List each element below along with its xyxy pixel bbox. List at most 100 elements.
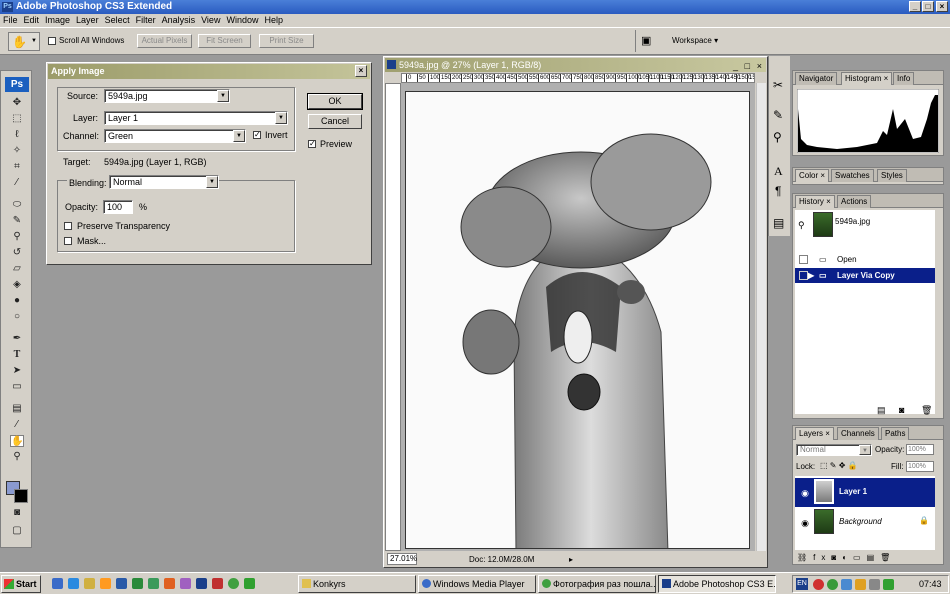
- fill-field[interactable]: 100%: [906, 461, 934, 472]
- brushes-icon[interactable]: ✎: [773, 108, 783, 122]
- tab-paths[interactable]: Paths: [881, 427, 910, 440]
- tab-styles[interactable]: Styles: [877, 169, 907, 182]
- shape-tool-icon[interactable]: ▭: [10, 381, 24, 393]
- task-konkyrs[interactable]: Konkyrs: [298, 575, 416, 593]
- ok-button[interactable]: OK: [307, 93, 363, 110]
- character-icon[interactable]: A: [774, 164, 783, 179]
- tab-navigator[interactable]: Navigator: [795, 72, 838, 85]
- doc-maximize-button[interactable]: □: [745, 59, 750, 73]
- trash-icon[interactable]: 🗑: [921, 405, 932, 416]
- opacity-field[interactable]: 100%: [906, 444, 934, 455]
- paragraph-icon[interactable]: ¶: [775, 184, 781, 198]
- eraser-icon[interactable]: ▱: [10, 263, 24, 275]
- screen-mode-icon[interactable]: ▢: [10, 525, 24, 537]
- hand-tool-icon[interactable]: ✋: [10, 435, 24, 447]
- lasso-tool-icon[interactable]: ℓ: [10, 129, 24, 141]
- history-brush-source-icon[interactable]: ⚲: [798, 218, 805, 233]
- preview-checkbox[interactable]: ✓: [308, 140, 316, 148]
- quick-mask-icon[interactable]: ◙: [10, 507, 24, 519]
- preserve-transparency-checkbox[interactable]: [64, 222, 72, 230]
- bridge-icon[interactable]: ▣: [641, 34, 651, 47]
- background-color-swatch[interactable]: [14, 489, 28, 503]
- eyedropper-2-icon[interactable]: ⁄: [10, 419, 24, 431]
- quicklaunch-word-icon[interactable]: [116, 578, 127, 589]
- eyedropper-icon[interactable]: ⁄: [10, 177, 24, 189]
- tab-history[interactable]: History ×: [795, 195, 835, 208]
- menu-help[interactable]: Help: [261, 14, 286, 27]
- quicklaunch-utorrent-icon[interactable]: [244, 578, 255, 589]
- tool-presets-icon[interactable]: ✂: [773, 78, 783, 92]
- new-document-icon[interactable]: ▤: [877, 405, 886, 416]
- history-snapshot[interactable]: ⚲ 5949a.jpg: [795, 212, 935, 238]
- minimize-button[interactable]: _: [909, 1, 921, 12]
- tray-network-icon[interactable]: [827, 579, 838, 590]
- quicklaunch-firefox-icon[interactable]: [164, 578, 175, 589]
- layer-actions-bar[interactable]: ⛓fx◙◐▭▤🗑: [797, 553, 937, 562]
- marquee-tool-icon[interactable]: ⬚: [10, 113, 24, 125]
- menu-file[interactable]: File: [0, 14, 21, 27]
- scroll-all-checkbox[interactable]: [48, 37, 56, 45]
- quicklaunch-ie-icon[interactable]: [68, 578, 79, 589]
- actual-pixels-button[interactable]: Actual Pixels: [137, 34, 192, 48]
- tab-actions[interactable]: Actions: [837, 195, 872, 208]
- quicklaunch-desktop-icon[interactable]: [52, 578, 63, 589]
- invert-checkbox[interactable]: ✓: [253, 131, 261, 139]
- healing-brush-icon[interactable]: ⬭: [10, 199, 24, 211]
- fit-screen-button[interactable]: Fit Screen: [198, 34, 251, 48]
- opacity-input[interactable]: 100: [103, 200, 133, 214]
- tab-swatches[interactable]: Swatches: [831, 169, 874, 182]
- task-browser[interactable]: Фотография раз пошла...: [538, 575, 656, 593]
- zoom-tool-icon[interactable]: ⚲: [10, 451, 24, 463]
- language-indicator[interactable]: EN: [796, 578, 808, 590]
- magic-wand-icon[interactable]: ✧: [10, 145, 24, 157]
- menu-filter[interactable]: Filter: [133, 14, 159, 27]
- print-size-button[interactable]: Print Size: [259, 34, 314, 48]
- task-photoshop[interactable]: Adobe Photoshop CS3 E...: [658, 575, 776, 593]
- quicklaunch-chrome-icon[interactable]: [228, 578, 239, 589]
- clone-stamp-icon[interactable]: ⚲: [10, 231, 24, 243]
- history-state-slider-icon[interactable]: ▶: [808, 268, 814, 283]
- tab-channels[interactable]: Channels: [837, 427, 879, 440]
- menu-edit[interactable]: Edit: [21, 14, 43, 27]
- tray-volume-icon[interactable]: [869, 579, 880, 590]
- blur-tool-icon[interactable]: ●: [10, 295, 24, 307]
- menu-analysis[interactable]: Analysis: [159, 14, 199, 27]
- maximize-button[interactable]: □: [922, 1, 934, 12]
- quicklaunch-photoshop-icon[interactable]: [196, 578, 207, 589]
- move-tool-icon[interactable]: ✥: [10, 97, 24, 109]
- eye-icon[interactable]: ◉: [799, 487, 811, 499]
- brush-tool-icon[interactable]: ✎: [10, 215, 24, 227]
- notes-tool-icon[interactable]: ▤: [10, 403, 24, 415]
- status-menu-arrow-icon[interactable]: ▸: [569, 553, 573, 566]
- quicklaunch-folder-icon[interactable]: [84, 578, 95, 589]
- menu-window[interactable]: Window: [223, 14, 261, 27]
- snapshot-icon[interactable]: ◙: [899, 405, 904, 415]
- crop-tool-icon[interactable]: ⌗: [10, 161, 24, 173]
- workspace-menu[interactable]: Workspace ▾: [672, 36, 718, 45]
- clone-source-icon[interactable]: ⚲: [773, 130, 782, 144]
- dodge-tool-icon[interactable]: ○: [10, 311, 24, 323]
- quicklaunch-opera-icon[interactable]: [100, 578, 111, 589]
- pen-tool-icon[interactable]: ✒: [10, 333, 24, 345]
- dialog-close-button[interactable]: ×: [355, 65, 367, 77]
- source-select[interactable]: 5949a.jpg ▼: [104, 89, 230, 103]
- quicklaunch-app2-icon[interactable]: [212, 578, 223, 589]
- eye-icon[interactable]: ◉: [799, 517, 811, 529]
- layer-select[interactable]: Layer 1 ▼: [104, 111, 288, 125]
- mask-checkbox[interactable]: [64, 237, 72, 245]
- history-brush-icon[interactable]: ↺: [10, 247, 24, 259]
- menu-select[interactable]: Select: [102, 14, 133, 27]
- tray-utorrent-icon[interactable]: [883, 579, 894, 590]
- tray-app-icon[interactable]: [841, 579, 852, 590]
- quicklaunch-excel-icon[interactable]: [132, 578, 143, 589]
- layer-comps-icon[interactable]: ▤: [773, 216, 784, 230]
- type-tool-icon[interactable]: T: [10, 349, 24, 361]
- blend-mode-select[interactable]: Normal ▼: [796, 444, 872, 456]
- doc-close-button[interactable]: ×: [757, 59, 762, 73]
- quicklaunch-media-icon[interactable]: [180, 578, 191, 589]
- history-item-layer-via-copy[interactable]: ▶ ▭ Layer Via Copy: [795, 268, 935, 283]
- layer-row-layer-1[interactable]: ◉ Layer 1: [795, 478, 935, 507]
- tab-info[interactable]: Info: [893, 72, 915, 85]
- paint-bucket-icon[interactable]: ◈: [10, 279, 24, 291]
- close-button[interactable]: ×: [936, 1, 948, 12]
